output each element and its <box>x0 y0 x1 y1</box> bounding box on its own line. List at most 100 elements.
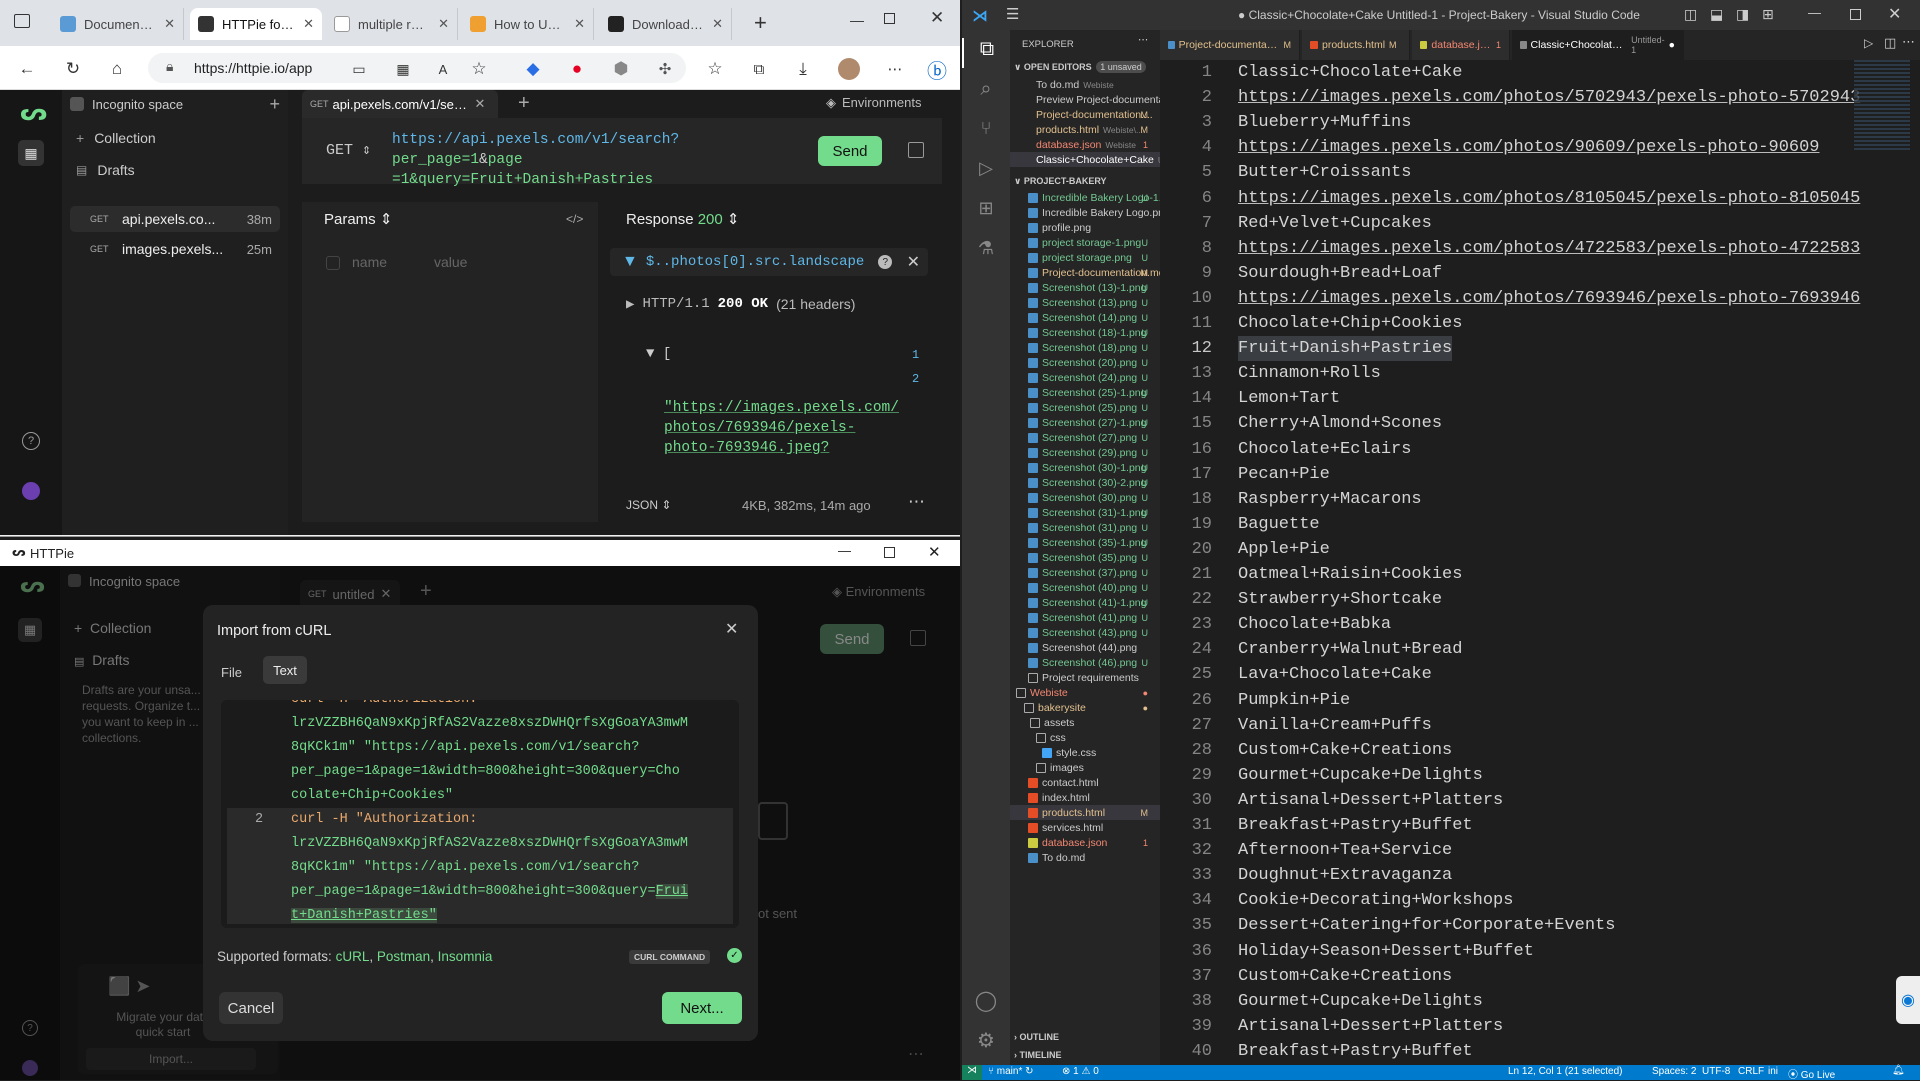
code-line[interactable]: 35 Dessert+Catering+for+Corporate+Events <box>1160 913 1920 938</box>
open-editor-item[interactable]: database.json Webiste 1 <box>1010 137 1160 152</box>
ext-blue-icon[interactable]: ◆ <box>520 56 546 82</box>
file-tree-item[interactable]: Screenshot (18).png U <box>1010 340 1160 355</box>
floating-widget-icon[interactable]: ◉ <box>1896 976 1920 1024</box>
file-tree-item[interactable]: Screenshot (41)-1.png U <box>1010 595 1160 610</box>
open-editor-item[interactable]: Preview Project-documentat... <box>1010 92 1160 107</box>
param-value-input[interactable]: value <box>434 254 467 270</box>
curl-textarea[interactable]: curl -H "Authorization: lrzVZZBH6QaN9xKp… <box>221 700 739 928</box>
editor-tab[interactable]: Project-documentation.mdM <box>1160 30 1300 60</box>
file-tree-item[interactable]: Screenshot (25)-1.png U <box>1010 385 1160 400</box>
editor-more-icon[interactable]: ⋯ <box>1902 34 1915 50</box>
close-tab-icon[interactable]: ✕ <box>303 16 314 32</box>
file-tree-item[interactable]: Screenshot (41).png U <box>1010 610 1160 625</box>
format-curl[interactable]: cURL <box>336 949 370 964</box>
result-value[interactable]: "https://images.pexels.com/ photos/76939… <box>664 398 899 458</box>
code-line[interactable]: 9 Sourdough+Bread+Loaf <box>1160 261 1920 286</box>
toggle-secondary-icon[interactable]: ◨ <box>1736 6 1749 23</box>
read-aloud-icon[interactable]: A <box>430 56 456 82</box>
tab-actions-icon[interactable] <box>14 14 30 28</box>
outline-section[interactable]: › OUTLINE <box>1014 1032 1059 1042</box>
favorites-icon[interactable]: ☆ <box>702 56 728 82</box>
browser-tab[interactable]: Documentatic ✕ <box>52 8 184 40</box>
cancel-button[interactable]: Cancel <box>219 992 283 1024</box>
code-line[interactable]: 39 Artisanal+Dessert+Platters <box>1160 1014 1920 1039</box>
tab-file[interactable]: File <box>221 659 251 685</box>
open-editor-item[interactable]: products.html Webiste\... M <box>1010 122 1160 137</box>
json-collapse[interactable]: ▼ [ <box>646 346 671 362</box>
manage-gear-icon[interactable]: ⚙ <box>962 1028 1010 1053</box>
file-tree-item[interactable]: Screenshot (27).png U <box>1010 430 1160 445</box>
code-line[interactable]: 34 Cookie+Decorating+Workshops <box>1160 888 1920 913</box>
drafts-heading[interactable]: ▤ Drafts <box>76 162 135 178</box>
encoding[interactable]: UTF-8 <box>1702 1066 1730 1077</box>
download-icon[interactable]: ⤓ <box>790 56 816 82</box>
code-editor[interactable]: 1 Classic+Chocolate+Cake 2 https://images.p… <box>1160 60 1920 1065</box>
add-icon[interactable]: + <box>269 94 280 115</box>
maximize-button[interactable] <box>1850 9 1861 20</box>
file-tree-item[interactable]: bakerysite ● <box>1010 700 1160 715</box>
response-tab[interactable]: Response 200 ⇕ <box>626 210 740 228</box>
workspace-grid-icon[interactable]: ▦ <box>18 140 44 166</box>
httpie-logo-icon[interactable]: ᔕ <box>20 572 45 598</box>
close-tab-icon[interactable]: ✕ <box>574 16 585 32</box>
pinterest-icon[interactable]: ● <box>564 56 590 82</box>
code-line[interactable]: 14 Lemon+Tart <box>1160 386 1920 411</box>
collection-item[interactable]: + Collection <box>76 130 156 146</box>
testing-icon[interactable]: ⚗ <box>962 238 1010 259</box>
browser-tab[interactable]: Download HT ✕ <box>600 8 732 40</box>
code-line[interactable]: 2 https://images.pexels.com/photos/570294… <box>1160 85 1920 110</box>
minimize-button[interactable]: — <box>850 12 864 28</box>
code-line[interactable]: 20 Apple+Pie <box>1160 537 1920 562</box>
minimize-button[interactable]: — <box>838 543 851 558</box>
file-tree-item[interactable]: database.json 1 <box>1010 835 1160 850</box>
code-line[interactable]: 21 Oatmeal+Raisin+Cookies <box>1160 562 1920 587</box>
browser-tab[interactable]: How to Use H✕ <box>462 8 594 40</box>
format-insomnia[interactable]: Insomnia <box>438 949 493 964</box>
more-actions-icon[interactable]: ⋯ <box>1138 34 1149 46</box>
home-icon[interactable]: ⌂ <box>104 56 130 82</box>
code-line[interactable]: 18 Raspberry+Macarons <box>1160 487 1920 512</box>
code-line[interactable]: 28 Custom+Cake+Creations <box>1160 738 1920 763</box>
drafts-heading[interactable]: ▤ Drafts <box>74 652 130 668</box>
split-editor-icon[interactable]: ◫ <box>1884 35 1896 51</box>
code-line[interactable]: 31 Breakfast+Pastry+Buffet <box>1160 813 1920 838</box>
code-line[interactable]: 38 Gourmet+Cupcake+Delights <box>1160 989 1920 1014</box>
file-tree-item[interactable]: services.html <box>1010 820 1160 835</box>
editor-tab[interactable]: Classic+Chocolate+CakeUntitled-1● <box>1512 30 1684 60</box>
browser-tab[interactable]: multiple requ ✕ <box>326 8 458 40</box>
code-line[interactable]: 7 Red+Velvet+Cupcakes <box>1160 211 1920 236</box>
file-tree-item[interactable]: Screenshot (35).png U <box>1010 550 1160 565</box>
extensions-icon[interactable]: ✣ <box>652 56 678 82</box>
method-select[interactable]: GET ⇕ <box>326 140 371 159</box>
param-name-input[interactable]: name <box>352 254 387 270</box>
user-avatar[interactable] <box>22 482 40 500</box>
code-panel-icon[interactable] <box>908 142 924 158</box>
go-live-button[interactable]: ⦿ Go Live <box>1788 1066 1835 1081</box>
cursor-position[interactable]: Ln 12, Col 1 (21 selected) <box>1508 1066 1623 1077</box>
code-line[interactable]: 27 Vanilla+Cream+Puffs <box>1160 713 1920 738</box>
file-tree-item[interactable]: Project-documentation.md M <box>1010 265 1160 280</box>
maximize-button[interactable] <box>884 13 895 24</box>
more-options-icon[interactable]: ⋯ <box>908 1044 924 1064</box>
code-line[interactable]: 12 Fruit+Danish+Pastries <box>1160 336 1920 362</box>
minimap[interactable] <box>1854 60 1910 152</box>
help-icon[interactable]: ? <box>22 1020 38 1036</box>
environments-button[interactable]: ◈ Environments <box>832 584 925 600</box>
open-editor-item[interactable]: Project-documentation.... M <box>1010 107 1160 122</box>
send-button[interactable]: Send <box>818 136 882 166</box>
file-tree-item[interactable]: Project requirements <box>1010 670 1160 685</box>
file-tree-item[interactable]: contact.html <box>1010 775 1160 790</box>
file-tree-item[interactable]: project storage-1.png U <box>1010 235 1160 250</box>
file-tree-item[interactable]: Incredible Bakery Logo.png <box>1010 205 1160 220</box>
code-line[interactable]: 29 Gourmet+Cupcake+Delights <box>1160 763 1920 788</box>
file-tree-item[interactable]: Screenshot (20).png U <box>1010 355 1160 370</box>
timeline-section[interactable]: › TIMELINE <box>1014 1050 1062 1060</box>
code-line[interactable]: 33 Doughnut+Extravaganza <box>1160 863 1920 888</box>
http-status-line[interactable]: ▶ HTTP/1.1 200 OK (21 headers) <box>626 296 855 313</box>
file-tree-item[interactable]: Screenshot (13)-1.png U <box>1010 280 1160 295</box>
close-window-button[interactable]: ✕ <box>928 543 941 561</box>
run-debug-icon[interactable]: ▷ <box>962 158 1010 179</box>
close-tab-icon[interactable]: ✕ <box>380 586 391 602</box>
close-window-button[interactable]: ✕ <box>1888 4 1901 24</box>
accounts-icon[interactable]: ◯ <box>962 988 1010 1013</box>
